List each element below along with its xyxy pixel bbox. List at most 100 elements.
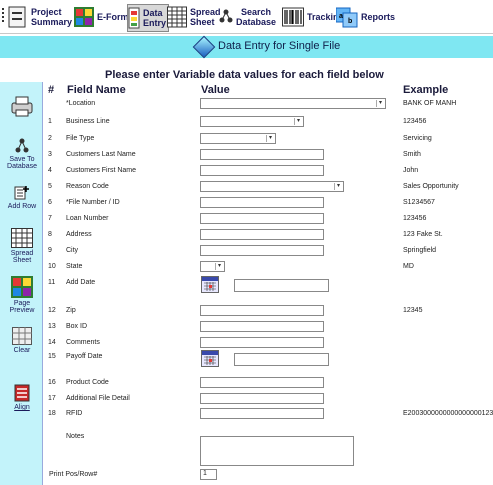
field-name-label: Product Code: [66, 379, 109, 386]
field-name-label: *Location: [66, 100, 96, 107]
field-name-label: Zip: [66, 307, 76, 314]
field-row-number: 15: [48, 353, 56, 360]
tab-project-summary-label-2: Summary: [31, 17, 73, 27]
field-value-input[interactable]: [200, 165, 324, 176]
clear-grid-icon: [12, 327, 32, 345]
print-button[interactable]: [4, 94, 40, 120]
spreadsheet-icon: [167, 6, 187, 28]
tab-search-database-label-1: Search: [241, 7, 272, 17]
tab-data-entry[interactable]: Data Entry: [127, 4, 170, 32]
align-icon: [14, 384, 30, 402]
page-preview-icon: [11, 276, 33, 298]
align-button[interactable]: Align: [4, 384, 40, 411]
svg-text:a: a: [339, 13, 343, 20]
left-sidebar: Save To Database Add Row Spread Sheet Pa…: [0, 82, 43, 485]
field-value-dropdown[interactable]: ▾: [200, 98, 386, 109]
spreadsheet-button[interactable]: Spread Sheet: [4, 228, 40, 264]
notes-label: Notes: [66, 433, 85, 440]
calendar-icon[interactable]: [201, 350, 219, 367]
field-row-number: 9: [48, 247, 52, 254]
chevron-down-icon[interactable]: ▾: [294, 118, 302, 125]
field-name-label: Customers Last Name: [66, 151, 136, 158]
save-to-label-2: Database: [7, 163, 37, 170]
field-example-text: John: [403, 167, 419, 174]
preview-label-1: Page: [13, 300, 31, 307]
field-row-number: 10: [48, 263, 56, 270]
field-name-label: State: [66, 263, 83, 270]
calendar-icon[interactable]: [201, 276, 219, 293]
field-row-number: 12: [48, 307, 56, 314]
field-example-text: Servicing: [403, 135, 432, 142]
field-name-label: Loan Number: [66, 215, 109, 222]
field-example-text: S1234567: [403, 199, 435, 206]
save-to-database-button[interactable]: Save To Database: [4, 138, 40, 170]
chevron-down-icon[interactable]: ▾: [266, 135, 274, 142]
spread-label-2: Sheet: [12, 257, 32, 264]
eforms-icon: [74, 7, 94, 27]
field-value-input[interactable]: [200, 229, 324, 240]
field-row-number: 1: [48, 118, 52, 125]
tab-reports[interactable]: ab Reports: [336, 4, 395, 30]
field-row-number: 8: [48, 231, 52, 238]
clear-button[interactable]: Clear: [4, 327, 40, 354]
svg-text:b: b: [348, 18, 352, 25]
page-title: Data Entry for Single File: [218, 40, 341, 52]
field-value-dropdown[interactable]: ▾: [200, 261, 225, 272]
spreadsheet-grid-icon: [11, 228, 33, 248]
field-value-input[interactable]: [200, 377, 324, 388]
field-name-label: Comments: [66, 339, 100, 346]
field-value-input[interactable]: [200, 149, 324, 160]
tab-project-summary[interactable]: Project Summary: [8, 4, 72, 30]
tab-tracking[interactable]: Tracking: [282, 4, 344, 30]
field-example-text: 123456: [403, 118, 427, 125]
align-label: Align: [14, 404, 30, 411]
add-row-button[interactable]: Add Row: [4, 185, 40, 210]
field-name-label: RFID: [66, 410, 83, 417]
field-example-text: Sales Opportunity: [403, 183, 459, 190]
preview-label-2: Preview: [9, 307, 35, 314]
field-value-input[interactable]: [200, 393, 324, 404]
date-input[interactable]: [234, 279, 329, 292]
col-header-value: Value: [201, 84, 230, 96]
add-row-label: Add Row: [7, 203, 37, 210]
field-row-number: 11: [48, 279, 56, 286]
tab-search-database[interactable]: Search Database: [219, 4, 276, 30]
field-value-input[interactable]: [200, 245, 324, 256]
field-row-number: 18: [48, 410, 56, 417]
page-preview-button[interactable]: Page Preview: [4, 276, 40, 314]
field-name-label: Box ID: [66, 323, 88, 330]
date-input[interactable]: [234, 353, 329, 366]
field-row-number: 3: [48, 151, 52, 158]
field-name-label: *File Number / ID: [66, 199, 120, 206]
field-value-input[interactable]: [200, 197, 324, 208]
field-example-text: 12345: [403, 307, 423, 314]
tab-spreadsheet[interactable]: Spread Sheet: [167, 4, 221, 30]
field-value-dropdown[interactable]: ▾: [200, 116, 304, 127]
chevron-down-icon[interactable]: ▾: [376, 100, 384, 107]
field-row-number: 7: [48, 215, 52, 222]
field-name-label: File Type: [66, 135, 95, 142]
chevron-down-icon[interactable]: ▾: [334, 183, 342, 190]
project-summary-icon: [8, 6, 26, 28]
spread-label-1: Spread: [10, 250, 34, 257]
page-banner: Data Entry for Single File: [0, 35, 493, 59]
field-row-number: 14: [48, 339, 56, 346]
field-value-input[interactable]: [200, 321, 324, 332]
tab-spreadsheet-label-1: Spread: [190, 7, 221, 17]
field-value-input[interactable]: [200, 305, 324, 316]
field-example-text: Smith: [403, 151, 421, 158]
field-value-dropdown[interactable]: ▾: [200, 181, 344, 192]
field-name-label: Address: [66, 231, 92, 238]
add-row-icon: [14, 186, 29, 200]
field-row: 10 State MD: [46, 260, 493, 274]
field-name-label: Additional File Detail: [66, 395, 130, 402]
print-pos-input[interactable]: 1: [200, 469, 217, 480]
field-value-input[interactable]: [200, 337, 324, 348]
chevron-down-icon[interactable]: ▾: [215, 263, 223, 270]
field-value-input[interactable]: [200, 213, 324, 224]
tab-eforms[interactable]: E-Forms: [74, 4, 134, 30]
field-row-number: 17: [48, 395, 56, 402]
notes-textarea[interactable]: [200, 436, 354, 466]
field-value-input[interactable]: [200, 408, 324, 419]
field-value-dropdown[interactable]: ▾: [200, 133, 276, 144]
